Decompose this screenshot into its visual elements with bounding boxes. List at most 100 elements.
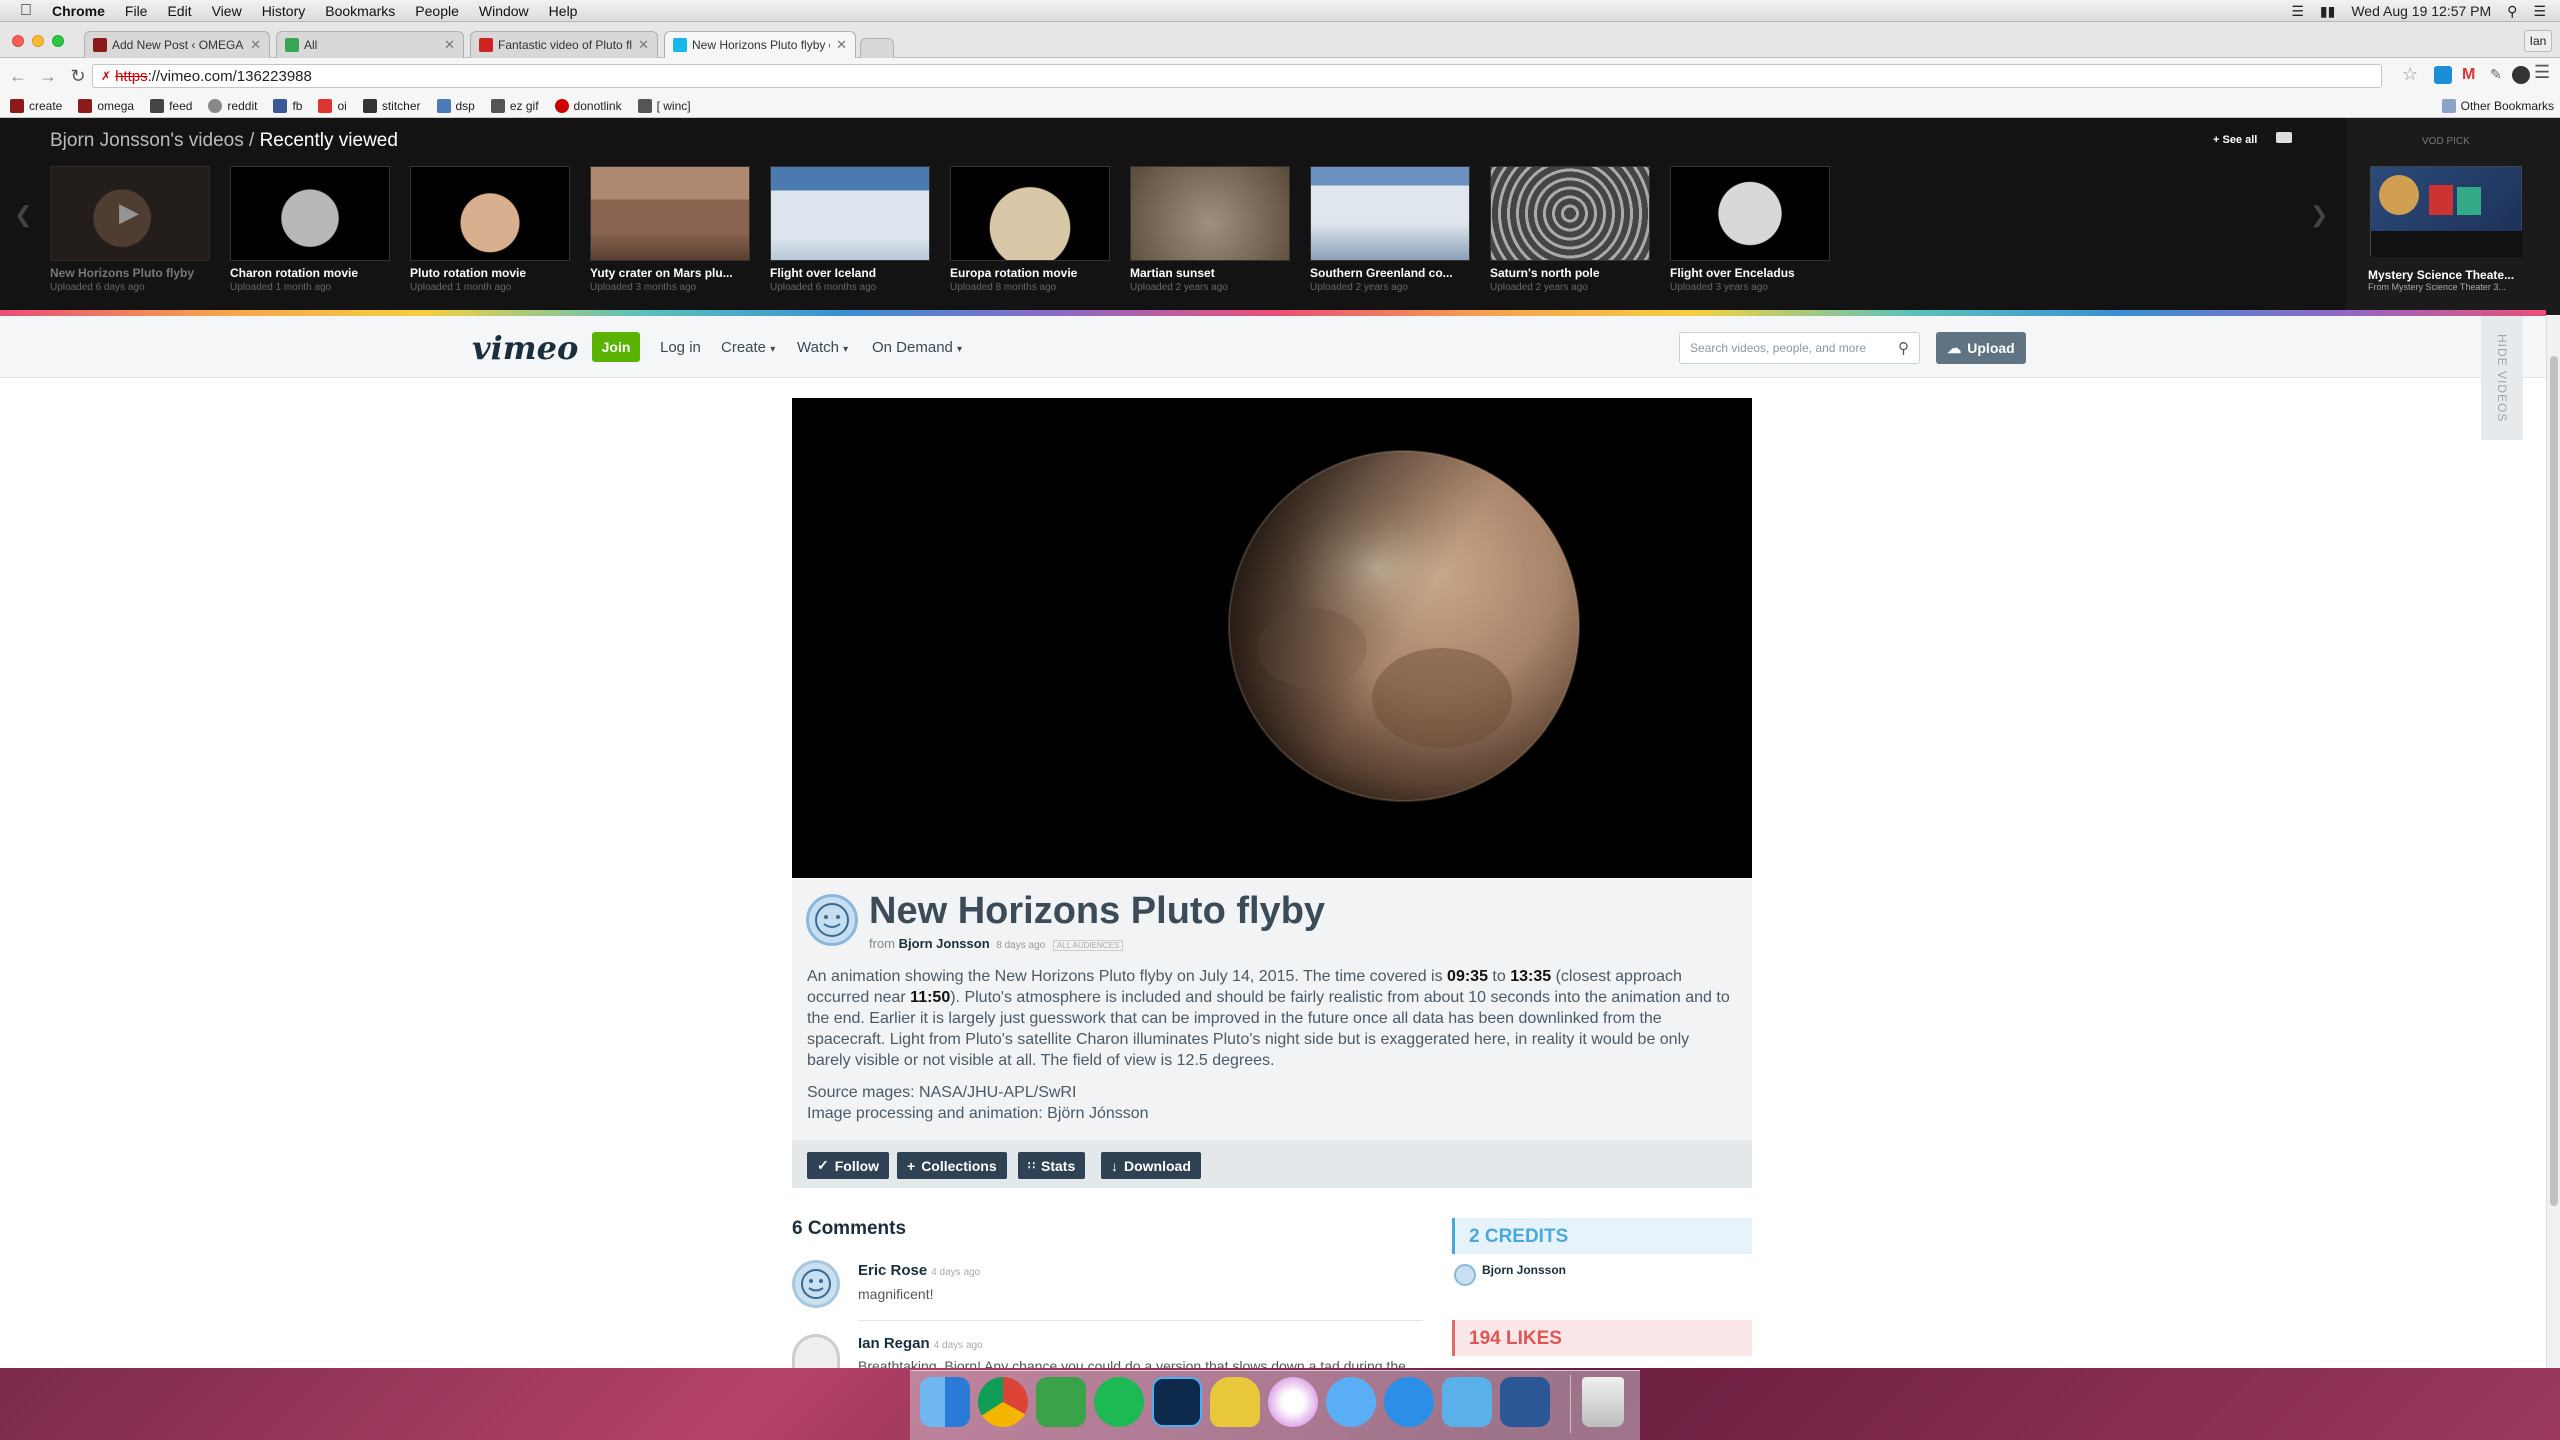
video-thumbnail-title[interactable]: New Horizons Pluto flyby: [50, 266, 220, 280]
profile-button[interactable]: Ian: [2524, 30, 2552, 52]
vimeo-logo[interactable]: vimeo: [472, 329, 578, 367]
video-thumbnail-title[interactable]: Southern Greenland co...: [1310, 266, 1480, 280]
video-thumbnail-title[interactable]: Flight over Iceland: [770, 266, 940, 280]
close-tab-icon[interactable]: ✕: [444, 37, 455, 53]
search-input[interactable]: Search videos, people, and more ⚲: [1679, 332, 1920, 364]
bookmark[interactable]: oi: [318, 98, 347, 113]
vod-pick[interactable]: VOD PICK Mystery Science Theate... From …: [2346, 118, 2560, 315]
trash-icon[interactable]: [1582, 1377, 1624, 1427]
app-store-icon[interactable]: [1384, 1377, 1434, 1427]
word-icon[interactable]: [1500, 1377, 1550, 1427]
evernote-icon[interactable]: [1036, 1377, 1086, 1427]
vod-title[interactable]: Mystery Science Theate...: [2368, 268, 2514, 282]
collections-button[interactable]: + Collections: [897, 1152, 1007, 1179]
watch-menu[interactable]: Watch ▾: [797, 339, 848, 356]
spotlight-icon[interactable]: ⚲: [2507, 3, 2517, 20]
video-thumbnail[interactable]: [590, 166, 750, 261]
menu-help[interactable]: Help: [549, 3, 578, 19]
browser-tab[interactable]: All ✕: [276, 31, 464, 58]
cyberduck-icon[interactable]: [1210, 1377, 1260, 1427]
commenter-avatar[interactable]: [792, 1260, 840, 1308]
bookmark[interactable]: stitcher: [362, 98, 421, 113]
browser-tab[interactable]: Fantastic video of Pluto fly ✕: [470, 31, 658, 58]
bookmark[interactable]: [ winc]: [637, 98, 691, 113]
menu-window[interactable]: Window: [479, 3, 529, 19]
wifi-icon[interactable]: ☰: [2291, 3, 2304, 20]
clock[interactable]: Wed Aug 19 12:57 PM: [2351, 3, 2491, 19]
extension-icon[interactable]: [2512, 66, 2530, 84]
author-avatar[interactable]: [806, 894, 858, 946]
close-tab-icon[interactable]: ✕: [638, 37, 649, 53]
comment-author[interactable]: Ian Regan 4 days ago: [858, 1335, 983, 1352]
search-icon[interactable]: ⚲: [1898, 339, 1909, 357]
video-thumbnail[interactable]: ▶: [50, 166, 210, 261]
scrollbar-thumb[interactable]: [2550, 356, 2558, 1206]
vod-thumbnail[interactable]: [2370, 166, 2523, 257]
video-thumbnail-title[interactable]: Europa rotation movie: [950, 266, 1120, 280]
reload-icon[interactable]: ↻: [66, 64, 90, 88]
video-thumbnail[interactable]: [410, 166, 570, 261]
new-tab-button[interactable]: [860, 38, 894, 58]
credit-avatar[interactable]: [1454, 1264, 1476, 1286]
itunes-icon[interactable]: [1268, 1377, 1318, 1427]
bookmark[interactable]: dsp: [436, 98, 475, 113]
growl-icon[interactable]: [1442, 1377, 1492, 1427]
video-thumbnail[interactable]: [1310, 166, 1470, 261]
menu-people[interactable]: People: [415, 3, 459, 19]
menu-edit[interactable]: Edit: [167, 3, 191, 19]
video-thumbnail-title[interactable]: Yuty crater on Mars plu...: [590, 266, 760, 280]
apple-icon[interactable]: : [20, 2, 38, 20]
finder-icon[interactable]: [920, 1377, 970, 1427]
video-thumbnail[interactable]: [1670, 166, 1830, 261]
credit-name[interactable]: Bjorn Jonsson: [1482, 1263, 1566, 1277]
bookmark[interactable]: fb: [273, 98, 302, 113]
video-player[interactable]: [792, 398, 1752, 878]
menu-app[interactable]: Chrome: [52, 3, 105, 19]
menu-history[interactable]: History: [262, 3, 306, 19]
video-thumbnail-title[interactable]: Pluto rotation movie: [410, 266, 580, 280]
video-thumbnail[interactable]: [950, 166, 1110, 261]
strip-owner-link[interactable]: Bjorn Jonsson's videos: [50, 130, 244, 151]
address-bar[interactable]: ✗ https ://vimeo.com/136223988: [92, 64, 2382, 88]
hide-videos-button[interactable]: HIDE VIDEOS: [2481, 316, 2523, 440]
messages-icon[interactable]: [1326, 1377, 1376, 1427]
chrome-menu-icon[interactable]: ☰: [2534, 62, 2550, 83]
close-tab-icon[interactable]: ✕: [250, 37, 261, 53]
video-thumbnail[interactable]: [230, 166, 390, 261]
bookmark[interactable]: ez gif: [490, 98, 539, 113]
next-arrow-icon[interactable]: ❯: [2310, 202, 2328, 228]
create-menu[interactable]: Create ▾: [721, 339, 775, 356]
browser-tab-active[interactable]: New Horizons Pluto flyby o ✕: [664, 31, 856, 58]
stats-button[interactable]: ∷ Stats: [1018, 1152, 1086, 1179]
menu-bookmarks[interactable]: Bookmarks: [325, 3, 395, 19]
menu-file[interactable]: File: [125, 3, 148, 19]
couch-mode-icon[interactable]: [2276, 132, 2292, 143]
bookmark[interactable]: reddit: [208, 98, 257, 113]
photoshop-icon[interactable]: [1152, 1377, 1202, 1427]
prev-arrow-icon[interactable]: ❮: [14, 202, 32, 228]
other-bookmarks[interactable]: Other Bookmarks: [2441, 98, 2554, 113]
video-thumbnail[interactable]: [1130, 166, 1290, 261]
star-icon[interactable]: ☆: [2402, 64, 2418, 85]
video-thumbnail-title[interactable]: Flight over Enceladus: [1670, 266, 1840, 280]
on-demand-menu[interactable]: On Demand ▾: [872, 339, 962, 356]
extension-icon[interactable]: ✎: [2490, 66, 2508, 84]
author-link[interactable]: Bjorn Jonsson: [899, 936, 990, 951]
zoom-window-button[interactable]: [52, 35, 64, 47]
video-thumbnail[interactable]: [770, 166, 930, 261]
browser-tab[interactable]: Add New Post ‹ OMEGA-LI ✕: [84, 31, 270, 58]
video-thumbnail-title[interactable]: Martian sunset: [1130, 266, 1300, 280]
menu-view[interactable]: View: [212, 3, 242, 19]
video-thumbnail[interactable]: [1490, 166, 1650, 261]
bookmark[interactable]: create: [10, 98, 62, 113]
upload-button[interactable]: ☁ Upload: [1936, 332, 2026, 364]
twitter-extension-icon[interactable]: [2434, 66, 2452, 84]
bookmark[interactable]: feed: [150, 98, 192, 113]
chrome-icon[interactable]: [978, 1377, 1028, 1427]
close-tab-icon[interactable]: ✕: [836, 37, 847, 53]
page-scrollbar[interactable]: [2546, 316, 2560, 1368]
bookmark[interactable]: omega: [78, 98, 134, 113]
battery-icon[interactable]: ▮▮: [2320, 3, 2335, 20]
back-icon[interactable]: ←: [6, 64, 30, 88]
bookmark[interactable]: donotlink: [554, 98, 622, 113]
